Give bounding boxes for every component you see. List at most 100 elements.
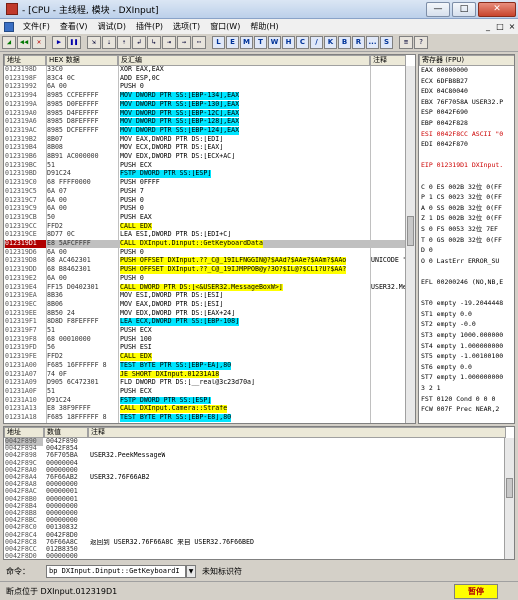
disassembly-pane[interactable]: 地址 HEX 数据 反汇编 注释 0123198D 33C0 XOR EAX,EAX…	[3, 54, 416, 424]
menu-help[interactable]: 帮助(H)	[245, 21, 283, 32]
stack-pane[interactable]: 地址 数值 注释 0042F890 0042F890 0042F894 0042F85…	[3, 426, 515, 560]
register-line[interactable]: D 0	[421, 246, 433, 255]
disasm-scrollbar[interactable]	[405, 66, 415, 423]
disasm-row[interactable]: 012319CE 8D77 0C LEA ESI,DWORD PTR DS:[EDI…	[4, 231, 406, 239]
threads-window-button[interactable]: T	[254, 36, 267, 49]
disasm-header-address[interactable]: 地址	[4, 55, 46, 66]
patches-window-button[interactable]: /	[310, 36, 323, 49]
run-trace-window-button[interactable]: ...	[366, 36, 379, 49]
handles-window-button[interactable]: H	[282, 36, 295, 49]
menu-plugins[interactable]: 插件(P)	[131, 21, 168, 32]
register-line[interactable]: ESI 0042F8CC ASCII "0	[421, 130, 503, 139]
disasm-row[interactable]: 012319C5 6A 07 PUSH 7	[4, 188, 406, 196]
close-process-icon[interactable]: ✕	[32, 36, 46, 49]
mdi-close-button[interactable]: ×	[506, 22, 518, 31]
register-line[interactable]: ST4 empty 1.000000000	[421, 342, 503, 351]
disasm-row[interactable]: 012319EE 8B50 24 MOV EDX,DWORD PTR DS:[EAX…	[4, 310, 406, 318]
disasm-row[interactable]: 012319A0 8985 D4FEFFFF MOV DWORD PTR SS:[E…	[4, 109, 406, 118]
disasm-row[interactable]: 012319BC 51 PUSH ECX	[4, 162, 406, 170]
register-line[interactable]: EAX 00000000	[421, 66, 468, 75]
disasm-row[interactable]: 012319F8 68 00010000 PUSH 100	[4, 336, 406, 344]
disasm-row[interactable]: 012319F7 51 PUSH ECX	[4, 327, 406, 335]
registers-pane[interactable]: 寄存器 (FPU) EAX 00000000 ECX 6DFB8B27 EDX 04…	[418, 54, 515, 424]
menu-file[interactable]: 文件(F)	[18, 21, 55, 32]
disasm-row[interactable]: 012319B2 8B07 MOV EAX,DWORD PTR DS:[EDI]	[4, 136, 406, 144]
register-line[interactable]: P 1 CS 0023 32位 0(FF	[421, 193, 502, 202]
disasm-row[interactable]: 012319EA 8B36 MOV ESI,DWORD PTR DS:[ESI]	[4, 292, 406, 300]
menu-window[interactable]: 窗口(W)	[205, 21, 245, 32]
register-line[interactable]: ST5 empty -1.00100100	[421, 352, 503, 361]
disasm-row[interactable]: 012319F1 8D8D F8FEFFFF LEA ECX,DWORD PTR S…	[4, 318, 406, 326]
restart-icon[interactable]: ◀◀	[17, 36, 31, 49]
disasm-row[interactable]: 012319FD 56 PUSH ESI	[4, 344, 406, 352]
mdi-restore-button[interactable]: □	[494, 22, 506, 31]
register-line[interactable]: ECX 6DFB8B27	[421, 77, 468, 86]
disasm-row[interactable]: 012319C9 6A 00 PUSH 0	[4, 205, 406, 213]
disasm-row[interactable]: 01231A18 F685 18FFFFFF 8 TEST BYTE PTR SS:…	[4, 414, 406, 422]
register-line[interactable]: 3 2 1	[421, 384, 441, 393]
command-input[interactable]: bp DXInput.Dinput::GetKeyboardI	[46, 564, 186, 578]
options-icon[interactable]: ≡	[399, 36, 413, 49]
disasm-row[interactable]: 012319D8 68 AC462301 PUSH OFFSET DXInput.?…	[4, 257, 406, 266]
register-line[interactable]: ST0 empty -19.2044448	[421, 299, 503, 308]
trace-into-icon[interactable]: ⇡	[117, 36, 131, 49]
register-line[interactable]: C 0 ES 002B 32位 0(FF	[421, 183, 502, 192]
trace-over-icon[interactable]: ↲	[132, 36, 146, 49]
references-window-button[interactable]: R	[352, 36, 365, 49]
disasm-row[interactable]: 012319D1 E8 5AFCFFFF CALL DXInput.Dinput::…	[4, 240, 406, 248]
disasm-header-comment[interactable]: 注释	[370, 55, 406, 66]
menu-debug[interactable]: 调试(D)	[93, 21, 131, 32]
disasm-header-hex[interactable]: HEX 数据	[46, 55, 118, 66]
register-line[interactable]: EBP 0042F828	[421, 119, 468, 128]
register-line[interactable]: ST2 empty -0.0	[421, 321, 476, 329]
disasm-row[interactable]: 012319CB 50 PUSH EAX	[4, 214, 406, 222]
disasm-row[interactable]: 012319C7 6A 00 PUSH 0	[4, 197, 406, 205]
disasm-row[interactable]: 012319BD D91C24 FSTP DWORD PTR SS:[ESP]	[4, 170, 406, 179]
disasm-row[interactable]: 012319B4 8B08 MOV ECX,DWORD PTR DS:[EAX]	[4, 144, 406, 152]
disasm-row[interactable]: 01231A13 E8 38F9FFFF CALL DXInput.Camera::…	[4, 405, 406, 413]
register-line[interactable]: EDX 04C80040	[421, 87, 468, 96]
register-line[interactable]: FCW 007F Prec NEAR,2	[421, 405, 499, 414]
disasm-row[interactable]: 01231A0F 51 PUSH ECX	[4, 388, 406, 396]
disasm-row[interactable]: 01231992 6A 00 PUSH 0	[4, 83, 406, 91]
register-line[interactable]: ST6 empty 0.0	[421, 363, 472, 372]
step-over-icon[interactable]: ⇣	[102, 36, 116, 49]
follow-icon[interactable]: →	[177, 36, 191, 49]
callstack-window-button[interactable]: K	[324, 36, 337, 49]
disasm-row[interactable]: 012319E4 FF15 D0402301 CALL DWORD PTR DS:[…	[4, 283, 406, 292]
disasm-row[interactable]: 012319B6 8B91 AC000000 MOV EDX,DWORD PTR D…	[4, 153, 406, 161]
disasm-row[interactable]: 01231994 8985 CCFEFFFF MOV DWORD PTR SS:[E…	[4, 92, 406, 100]
register-line[interactable]: EBX 76F7058A USER32.P	[421, 98, 503, 107]
register-line[interactable]: T 0 GS 002B 32位 0(FF	[421, 236, 502, 245]
more-icon[interactable]: ⋯	[192, 36, 206, 49]
help-icon[interactable]: ?	[414, 36, 428, 49]
menu-options[interactable]: 选项(T)	[168, 21, 205, 32]
disasm-row[interactable]: 012319E2 6A 00 PUSH 0	[4, 275, 406, 283]
disasm-row[interactable]: 012319DD 68 B8462301 PUSH OFFSET DXInput.?…	[4, 266, 406, 274]
disasm-row[interactable]: 01231A07 74 0F JE SHORT DXInput.01231A18	[4, 370, 406, 379]
stack-row[interactable]: 0042F8D0 00000000	[4, 553, 506, 559]
disasm-row[interactable]: 012319D6 6A 00 PUSH 0	[4, 249, 406, 257]
menu-view[interactable]: 查看(V)	[55, 21, 93, 32]
disasm-row[interactable]: 012319AC 8985 DCFEFFFF MOV DWORD PTR SS:[E…	[4, 126, 406, 135]
cpu-window-button[interactable]: C	[296, 36, 309, 49]
source-window-button[interactable]: S	[380, 36, 393, 49]
open-icon[interactable]: ◢	[2, 36, 16, 49]
pause-icon[interactable]: ❚❚	[67, 36, 81, 49]
disasm-row[interactable]: 0123198F 83C4 0C ADD ESP,0C	[4, 75, 406, 83]
register-line[interactable]: ST7 empty 1.000000000	[421, 374, 503, 382]
disasm-row[interactable]: 012319C0 68 FFFF0000 PUSH 0FFFF	[4, 179, 406, 187]
disasm-row[interactable]: 012319CC FFD2 CALL EDX	[4, 222, 406, 231]
stack-header-address[interactable]: 地址	[4, 427, 44, 438]
disasm-row[interactable]: 012319A6 8985 D8FEFFFF MOV DWORD PTR SS:[E…	[4, 118, 406, 126]
register-line[interactable]: FST 0120 Cond 0 0 0	[421, 395, 495, 404]
windows-window-button[interactable]: W	[268, 36, 281, 49]
minimize-button[interactable]: —	[426, 1, 450, 17]
register-line[interactable]: EFL 00200246 (NO,NB,E	[421, 278, 503, 287]
maximize-button[interactable]: □	[452, 1, 476, 17]
register-line[interactable]: EDI 0042F870	[421, 140, 468, 149]
register-line[interactable]: Z 1 DS 002B 32位 0(FF	[421, 215, 502, 223]
stack-scrollbar[interactable]	[504, 438, 514, 559]
disasm-row[interactable]: 0123199A 8985 D0FEFFFF MOV DWORD PTR SS:[E…	[4, 100, 406, 109]
close-button[interactable]: ✕	[478, 1, 516, 17]
